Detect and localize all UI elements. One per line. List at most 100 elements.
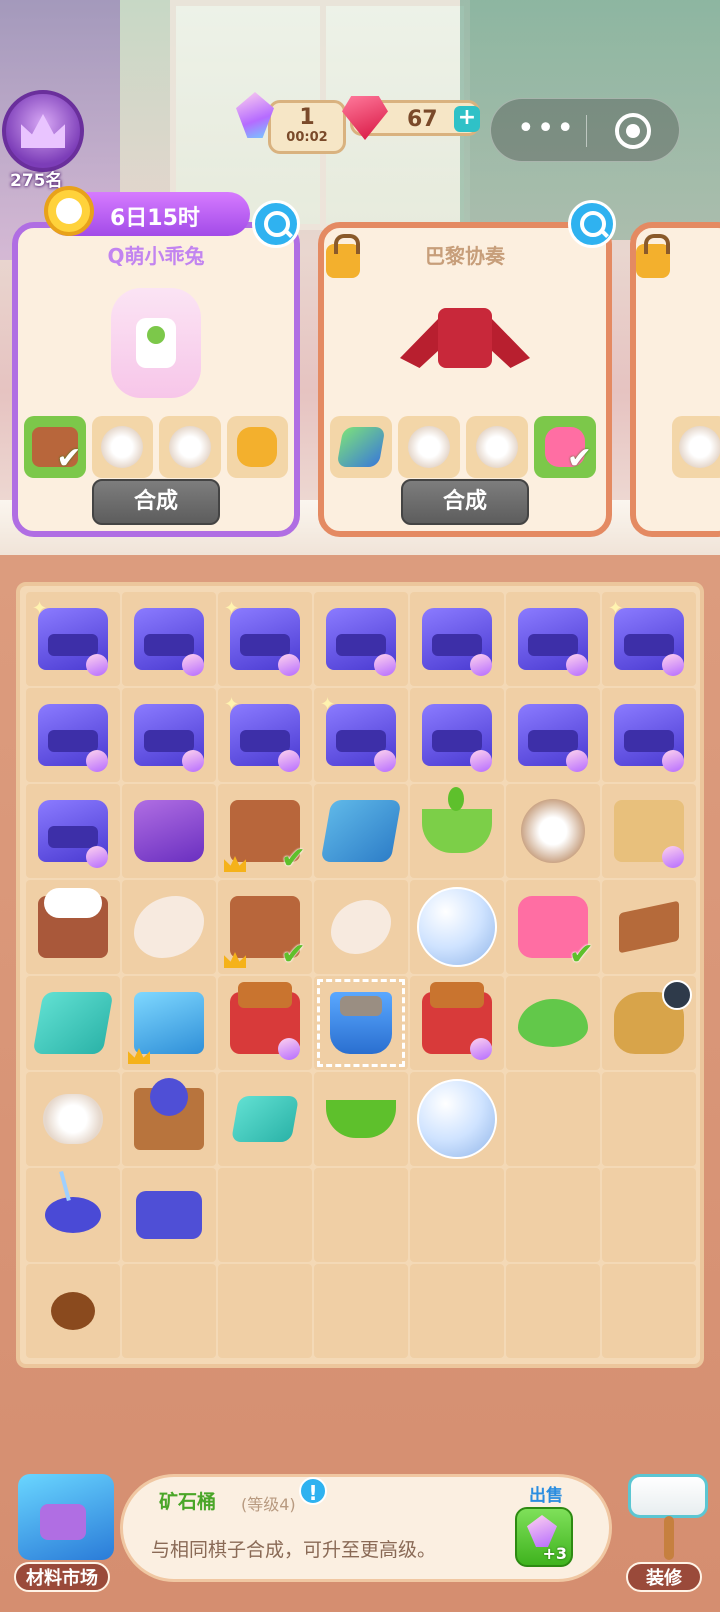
board-cell[interactable]	[602, 976, 696, 1070]
merge-board: ✦ ✦ ✦ ✦ ✦ ✔ ✔ ✔	[16, 582, 704, 1368]
order-card-1[interactable]: Q萌小乖兔 ✔ 合成	[12, 222, 300, 537]
board-cell-empty[interactable]	[122, 1264, 216, 1358]
order-card-2[interactable]: 巴黎协奏 ✔ 合成	[318, 222, 612, 537]
board-cell[interactable]	[26, 688, 120, 782]
board-cell[interactable]	[314, 1072, 408, 1166]
board-cell[interactable]	[602, 784, 696, 878]
cloth-stack-icon	[336, 427, 386, 467]
paint-roller-icon	[628, 1474, 708, 1518]
board-cell-empty[interactable]	[218, 1168, 312, 1262]
thread-loom-icon	[134, 1078, 204, 1150]
board-cell[interactable]: ✦	[26, 592, 120, 686]
player-avatar[interactable]	[2, 90, 84, 172]
board-cell[interactable]	[506, 592, 600, 686]
alarm-clock-icon	[44, 186, 94, 236]
decorate-button[interactable]: 装修	[618, 1470, 718, 1594]
info-icon[interactable]: !	[299, 1477, 327, 1505]
board-cell[interactable]	[26, 1072, 120, 1166]
add-gems-button[interactable]: +	[454, 106, 480, 132]
board-cell[interactable]	[410, 688, 504, 782]
board-cell[interactable]	[218, 976, 312, 1070]
material-slots: ✔	[24, 416, 288, 478]
material-slots: ✔	[330, 416, 600, 478]
board-cell[interactable]	[122, 976, 216, 1070]
board-cell-empty[interactable]	[602, 1264, 696, 1358]
board-cell-empty[interactable]	[506, 1168, 600, 1262]
board-cell[interactable]: ✦	[218, 592, 312, 686]
ore-bucket-icon	[330, 992, 392, 1054]
feather-icon	[134, 896, 204, 958]
board-cell[interactable]	[26, 1168, 120, 1262]
board-cell[interactable]	[122, 688, 216, 782]
toolbox-icon	[134, 992, 204, 1054]
energy-badge-icon	[566, 750, 588, 772]
board-cell[interactable]	[26, 976, 120, 1070]
lock-icon	[326, 234, 360, 278]
roller-handle	[664, 1516, 674, 1560]
board-cell[interactable]	[410, 976, 504, 1070]
board-cell[interactable]	[410, 880, 504, 974]
board-cell[interactable]	[602, 688, 696, 782]
board-cell[interactable]	[122, 1168, 216, 1262]
material-slot: ✔	[24, 416, 86, 478]
board-cell[interactable]	[122, 784, 216, 878]
sparkle-icon: ✦	[224, 694, 240, 715]
sell-button[interactable]: +3	[515, 1507, 573, 1567]
towel-icon	[101, 426, 144, 468]
board-cell[interactable]	[314, 592, 408, 686]
board-cell-empty[interactable]	[506, 1072, 600, 1166]
board-cell-selected[interactable]	[314, 976, 408, 1070]
board-cell[interactable]: ✔	[218, 784, 312, 878]
cocoon-bubble-icon	[417, 1079, 497, 1159]
combine-button[interactable]: 合成	[92, 479, 220, 525]
board-cell[interactable]	[506, 688, 600, 782]
board-cell[interactable]	[314, 784, 408, 878]
board-cell[interactable]	[410, 784, 504, 878]
board-cell[interactable]	[410, 1072, 504, 1166]
board-cell-empty[interactable]	[314, 1168, 408, 1262]
board-cell[interactable]	[26, 1264, 120, 1358]
cotton-box-icon	[38, 888, 108, 958]
close-miniapp-button[interactable]	[615, 113, 651, 149]
thread-spool-icon	[136, 1191, 202, 1239]
board-cell[interactable]	[506, 976, 600, 1070]
board-cell[interactable]	[218, 1072, 312, 1166]
more-menu-button[interactable]: •••	[517, 111, 576, 147]
board-cell-empty[interactable]	[410, 1168, 504, 1262]
item-name: 矿石桶	[159, 1491, 217, 1513]
board-cell[interactable]	[122, 880, 216, 974]
check-icon: ✔	[568, 937, 594, 972]
board-cell[interactable]	[122, 1072, 216, 1166]
towel-icon	[168, 426, 211, 468]
order-name: 巴黎协奏	[425, 244, 505, 268]
board-cell[interactable]: ✦	[218, 688, 312, 782]
board-cell[interactable]: ✔	[506, 880, 600, 974]
board-cell[interactable]	[314, 880, 408, 974]
magnifier-icon[interactable]	[252, 200, 300, 248]
board-cell[interactable]: ✦	[602, 592, 696, 686]
board-cell[interactable]	[410, 592, 504, 686]
board-cell[interactable]	[122, 592, 216, 686]
board-cell-empty[interactable]	[602, 1168, 696, 1262]
board-cell[interactable]	[602, 880, 696, 974]
material-slot	[330, 416, 392, 478]
board-cell[interactable]	[26, 880, 120, 974]
check-icon: ✔	[566, 441, 592, 476]
silkworm-leaf-icon	[518, 999, 588, 1047]
material-slot	[159, 416, 221, 478]
board-cell-empty[interactable]	[506, 1264, 600, 1358]
energy-badge-icon	[278, 654, 300, 676]
board-cell[interactable]	[506, 784, 600, 878]
board-cell-empty[interactable]	[314, 1264, 408, 1358]
combine-button[interactable]: 合成	[401, 479, 529, 525]
board-cell-empty[interactable]	[602, 1072, 696, 1166]
board-cell-empty[interactable]	[218, 1264, 312, 1358]
energy-counter: 1 00:02	[268, 100, 346, 154]
magnifier-icon[interactable]	[568, 200, 616, 248]
energy-badge-icon	[374, 750, 396, 772]
board-cell[interactable]	[26, 784, 120, 878]
board-cell[interactable]: ✔	[218, 880, 312, 974]
board-cell[interactable]: ✦	[314, 688, 408, 782]
material-market-button[interactable]: 材料市场	[12, 1474, 114, 1594]
board-cell-empty[interactable]	[410, 1264, 504, 1358]
